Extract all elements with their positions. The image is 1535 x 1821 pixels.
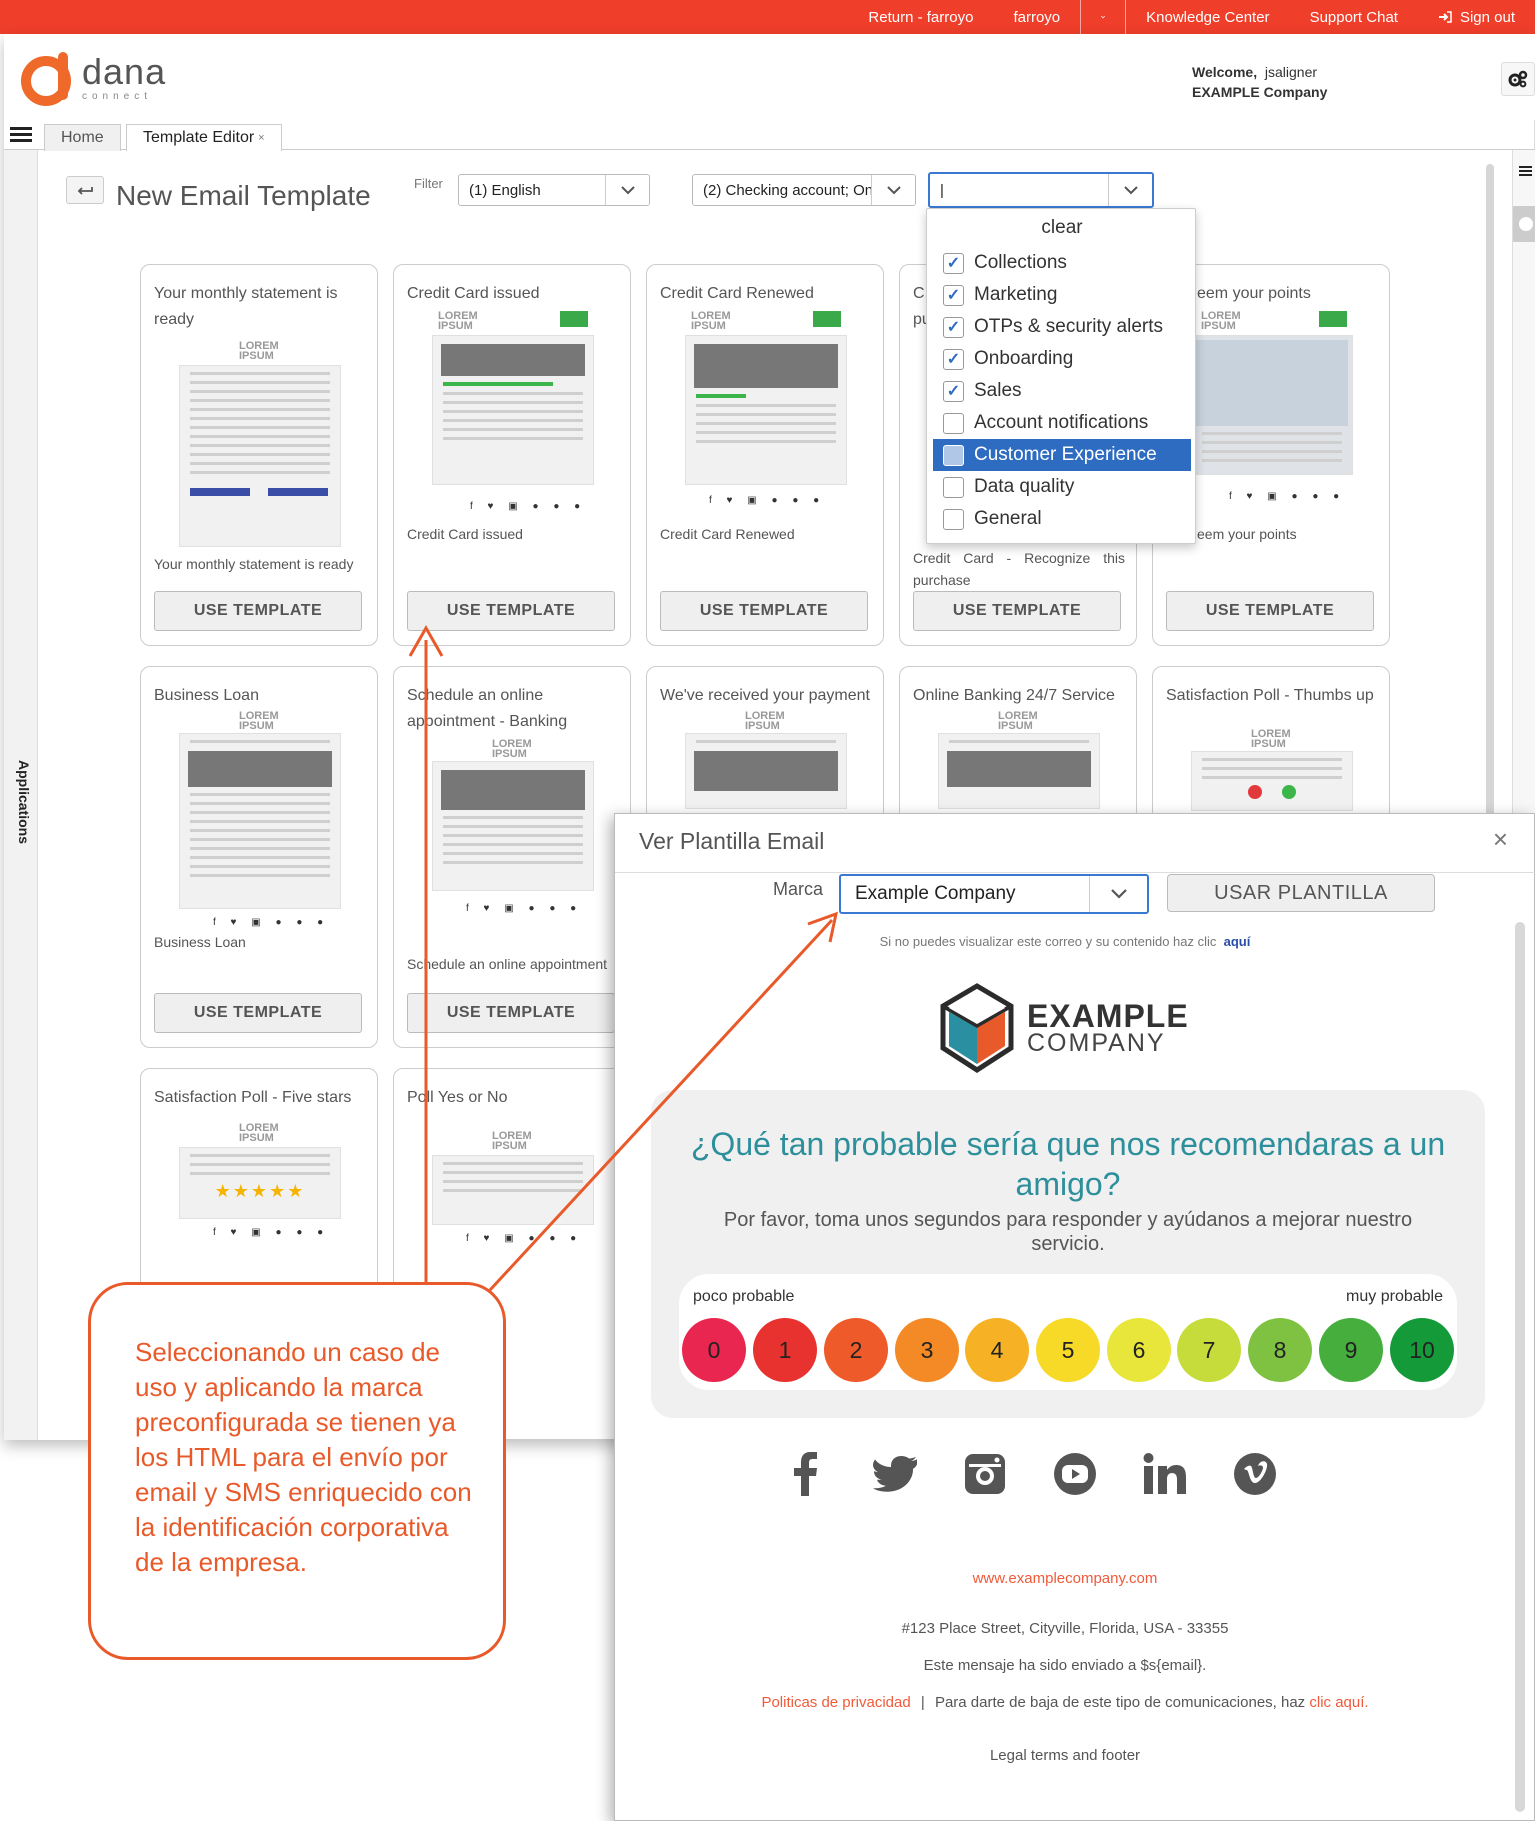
screen: { "topbar": { "return_label": "Return - …: [0, 0, 1535, 1821]
callout-text: Seleccionando un caso de uso y aplicando…: [135, 1337, 472, 1577]
annotation-callout: Seleccionando un caso de uso y aplicando…: [88, 1282, 506, 1660]
